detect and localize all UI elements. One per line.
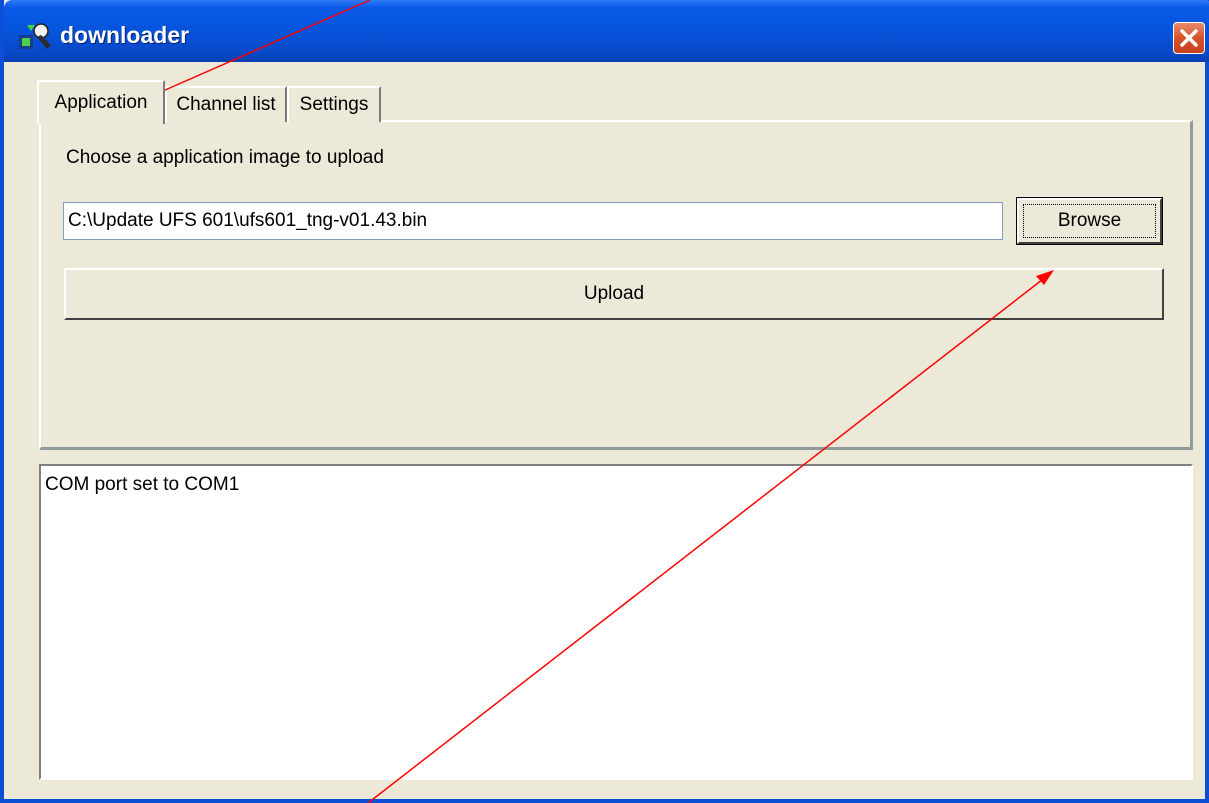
- log-output[interactable]: COM port set to COM1: [39, 464, 1193, 780]
- close-button[interactable]: [1173, 22, 1205, 54]
- tab-channel-list-label: Channel list: [176, 94, 276, 115]
- close-icon: [1180, 29, 1198, 47]
- tab-application-label: Application: [54, 92, 148, 113]
- window-title: downloader: [60, 22, 190, 48]
- downloader-window: downloader Application Channel list Sett…: [0, 0, 1209, 803]
- title-bar[interactable]: downloader: [4, 0, 1209, 62]
- tab-channel-list[interactable]: Channel list: [165, 86, 287, 122]
- downloader-app-icon: [19, 23, 51, 49]
- log-line: COM port set to COM1: [45, 474, 240, 495]
- browse-focus-rect: [1023, 204, 1156, 238]
- file-path-input[interactable]: [63, 202, 1003, 240]
- tab-settings-label: Settings: [299, 94, 369, 115]
- upload-button[interactable]: Upload: [64, 268, 1164, 320]
- browse-button[interactable]: Browse: [1016, 197, 1163, 245]
- choose-image-label: Choose a application image to upload: [66, 147, 384, 168]
- upload-button-label: Upload: [583, 283, 645, 304]
- tab-settings[interactable]: Settings: [287, 86, 381, 122]
- tab-application[interactable]: Application: [37, 80, 165, 124]
